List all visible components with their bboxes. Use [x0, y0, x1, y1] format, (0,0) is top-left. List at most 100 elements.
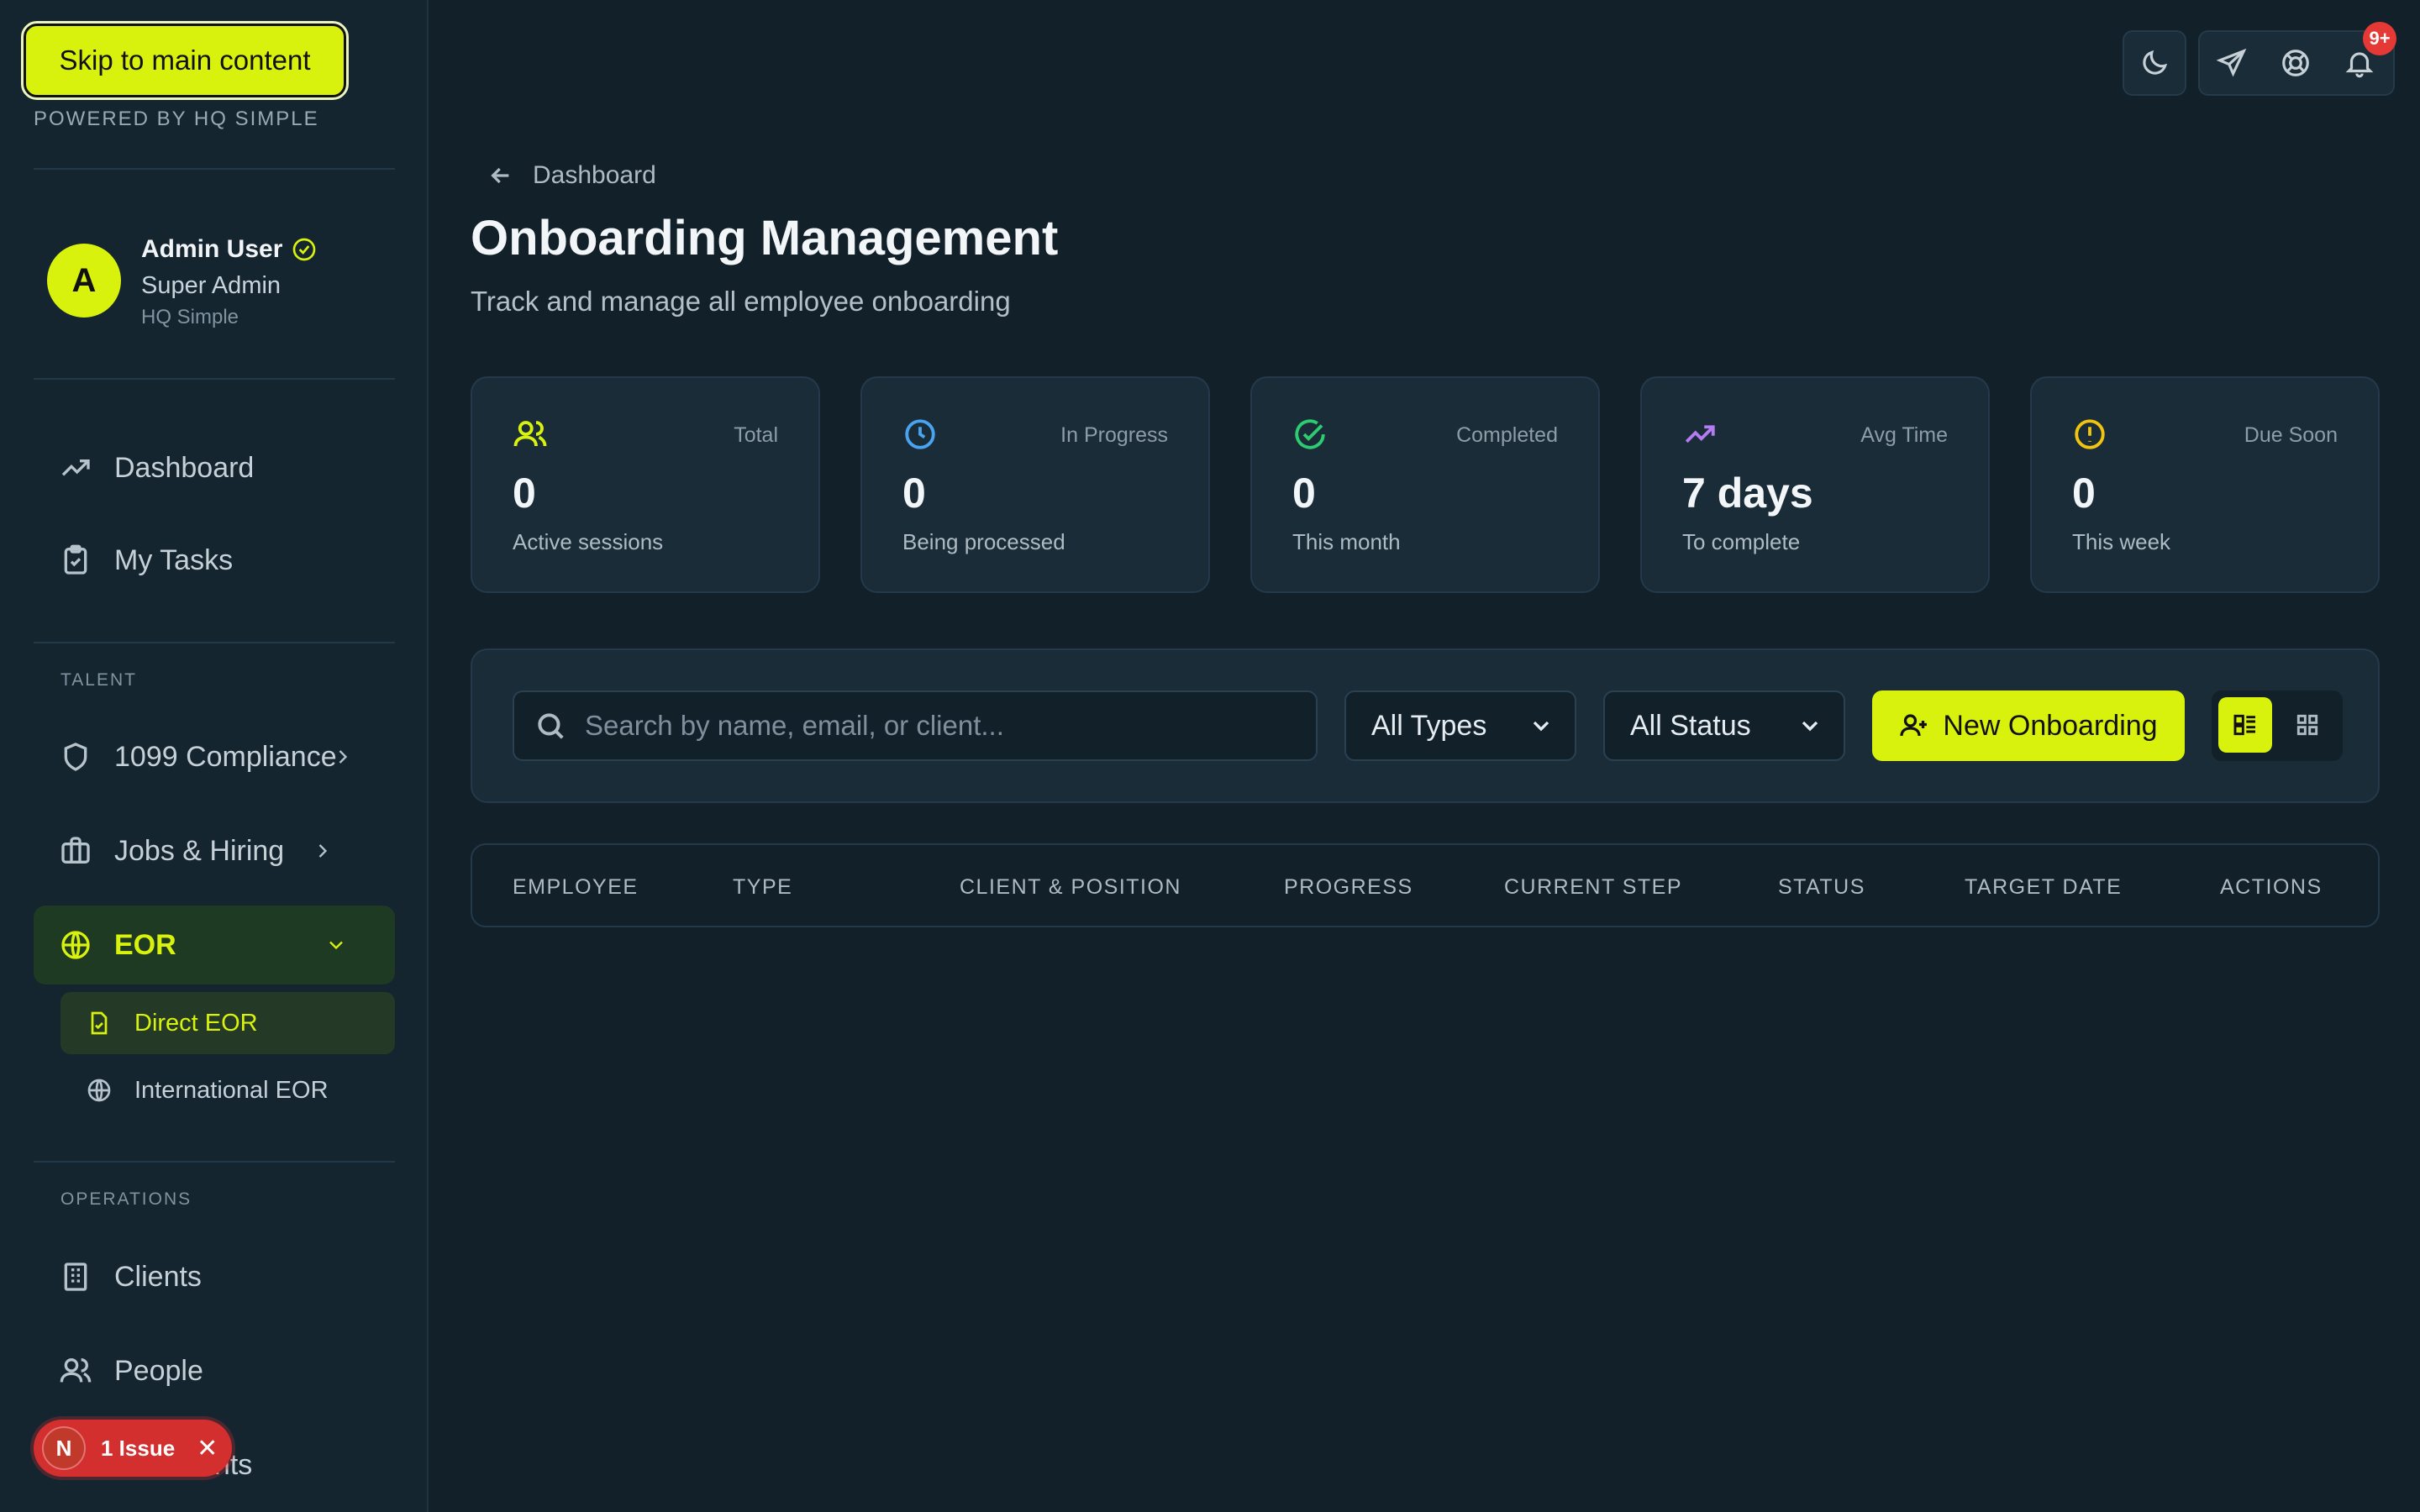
issue-badge[interactable]: N 1 Issue ✕: [34, 1420, 232, 1477]
alert-circle-icon: [2075, 419, 2105, 449]
sidebar-subitem-direct-eor[interactable]: Direct EOR: [60, 992, 395, 1054]
sidebar-item-eor[interactable]: EOR: [34, 906, 395, 984]
next-logo: N: [42, 1426, 86, 1470]
stat-value: 0: [2072, 470, 2096, 517]
arrow-left-icon: [491, 167, 509, 184]
page-subtitle: Track and manage all employee onboarding: [471, 286, 1011, 317]
stat-card-avg-time: Avg Time 7 days To complete: [1640, 376, 1990, 593]
view-toggle: [2212, 690, 2343, 761]
back-to-dashboard-link[interactable]: Dashboard: [487, 161, 656, 190]
search-input[interactable]: Search by name, email, or client...: [513, 690, 1318, 761]
globe-icon: [61, 931, 90, 959]
column-header-actions: ACTIONS: [2220, 875, 2323, 899]
divider: [34, 1161, 395, 1163]
sidebar-item-label: Jobs & Hiring: [114, 834, 285, 867]
support-button[interactable]: [2264, 47, 2328, 79]
chevron-right-icon: [318, 844, 328, 858]
stat-description: Active sessions: [513, 529, 664, 554]
filter-panel: Search by name, email, or client... All …: [471, 648, 2380, 803]
sidebar-subitem-international-eor[interactable]: International EOR: [60, 1059, 395, 1121]
moon-icon: [2143, 50, 2168, 75]
sidebar-item-label: 1099 Compliance: [114, 740, 337, 773]
avatar: A: [47, 244, 121, 318]
trending-up-icon: [1685, 425, 1715, 444]
sidebar-item-dashboard[interactable]: Dashboard: [34, 428, 395, 507]
chevron-down-icon: [329, 941, 343, 950]
list-view-button[interactable]: [2218, 697, 2272, 753]
chevron-down-icon: [1533, 721, 1549, 732]
life-buoy-icon: [2282, 50, 2309, 76]
stat-card-due-soon: Due Soon 0 This week: [2030, 376, 2380, 593]
chevron-down-icon: [1802, 721, 1818, 732]
user-org: HQ Simple: [141, 306, 239, 328]
close-icon[interactable]: ✕: [197, 1434, 218, 1463]
stat-label: Completed: [1456, 423, 1558, 447]
user-name: Admin User: [141, 235, 318, 264]
file-check-icon: [91, 1011, 108, 1035]
status-select[interactable]: All Status: [1603, 690, 1845, 761]
grid-view-button[interactable]: [2281, 697, 2334, 753]
column-header-current-step[interactable]: CURRENT STEP: [1504, 875, 1682, 900]
sidebar-item-label: People: [114, 1354, 203, 1387]
sidebar-item-jobs-hiring[interactable]: Jobs & Hiring: [34, 811, 395, 890]
stat-description: To complete: [1682, 529, 1801, 554]
chevron-right-icon: [339, 750, 348, 764]
sidebar-item-label: Clients: [114, 1260, 202, 1293]
stat-card-completed: Completed 0 This month: [1250, 376, 1600, 593]
globe-icon: [87, 1079, 111, 1102]
check-circle-icon: [1295, 419, 1325, 449]
onboarding-table-header: EMPLOYEE TYPE CLIENT & POSITION PROGRESS…: [471, 843, 2380, 927]
sidebar-item-my-tasks[interactable]: My Tasks: [34, 521, 395, 600]
clipboard-check-icon: [64, 544, 87, 575]
stat-value: 7 days: [1682, 470, 1813, 517]
stat-description: This month: [1292, 529, 1401, 554]
search-icon: [538, 713, 564, 739]
divider: [34, 642, 395, 643]
briefcase-icon: [61, 837, 90, 864]
sidebar-item-label: My Tasks: [114, 543, 234, 576]
sidebar-item-1099-compliance[interactable]: 1099 Compliance: [34, 717, 395, 796]
stat-description: Being processed: [902, 529, 1065, 554]
skip-to-main-content-link[interactable]: Skip to main content: [21, 21, 349, 100]
divider: [34, 168, 395, 170]
stat-value: 0: [902, 470, 926, 517]
list-view-icon: [2233, 714, 2255, 736]
sidebar-item-clients[interactable]: Clients: [34, 1237, 395, 1316]
column-header-status[interactable]: STATUS: [1778, 875, 1865, 900]
user-name-text: Admin User: [141, 235, 283, 263]
issue-label: 1 Issue: [101, 1435, 176, 1461]
theme-toggle-button[interactable]: [2123, 30, 2186, 96]
clock-icon: [905, 419, 935, 449]
users-icon: [513, 421, 547, 447]
verified-icon: [293, 238, 316, 261]
section-label-operations: OPERATIONS: [60, 1189, 192, 1209]
search-placeholder: Search by name, email, or client...: [585, 710, 1004, 741]
stat-value: 0: [1292, 470, 1316, 517]
sidebar: Skip to main content POWERED BY HQ SIMPL…: [0, 0, 429, 1512]
sidebar-subitem-label: International EOR: [134, 1076, 329, 1104]
column-header-target-date[interactable]: TARGET DATE: [1965, 875, 2122, 900]
type-select[interactable]: All Types: [1344, 690, 1576, 761]
stat-card-in-progress: In Progress 0 Being processed: [860, 376, 1210, 593]
stat-label: Avg Time: [1860, 423, 1948, 447]
type-select-value: All Types: [1371, 709, 1487, 742]
user-role: Super Admin: [141, 272, 281, 299]
trending-up-icon: [61, 459, 90, 476]
building-icon: [64, 1263, 87, 1291]
column-header-client-position[interactable]: CLIENT & POSITION: [960, 875, 1181, 900]
send-icon: [2216, 48, 2247, 77]
send-button[interactable]: [2200, 47, 2264, 79]
sidebar-item-people[interactable]: People: [34, 1331, 395, 1410]
new-onboarding-button[interactable]: New Onboarding: [1872, 690, 2185, 761]
divider: [34, 378, 395, 380]
stat-label: Total: [734, 423, 778, 447]
column-header-employee[interactable]: EMPLOYEE: [513, 875, 639, 900]
new-onboarding-label: New Onboarding: [1943, 709, 2158, 742]
column-header-type[interactable]: TYPE: [733, 875, 792, 900]
shield-icon: [64, 743, 87, 771]
sidebar-subitem-label: Direct EOR: [134, 1009, 258, 1037]
powered-by-label: POWERED BY HQ SIMPLE: [34, 108, 319, 130]
column-header-progress[interactable]: PROGRESS: [1284, 875, 1413, 900]
stat-card-total: Total 0 Active sessions: [471, 376, 820, 593]
back-link-label: Dashboard: [533, 161, 656, 189]
